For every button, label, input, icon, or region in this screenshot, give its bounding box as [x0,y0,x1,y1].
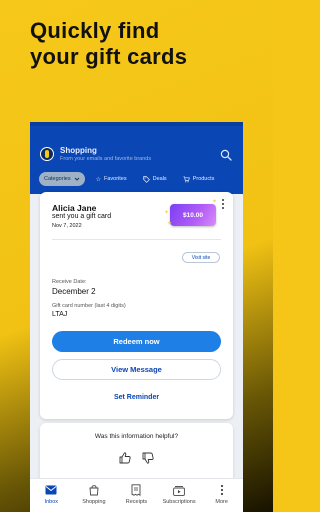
inbox-icon [45,484,57,496]
filter-chips: Categories ☆ Favorites Deals Products [39,172,219,186]
set-reminder-link[interactable]: Set Reminder [40,394,233,401]
thumbs-down-icon[interactable] [141,451,155,465]
star-icon: ☆ [95,176,101,183]
page-title: Shopping [60,146,97,155]
nav-receipts[interactable]: Receipts [115,479,158,512]
redeem-now-button[interactable]: Redeem now [52,331,221,352]
nav-subscriptions[interactable]: Subscriptions [158,479,201,512]
more-vertical-icon [216,484,228,496]
nav-label: Inbox [44,499,59,505]
nav-shopping[interactable]: Shopping [73,479,116,512]
chip-label: Deals [152,176,167,182]
bottom-navigation: Inbox Shopping Receipts Subscriptions Mo… [30,478,243,512]
feedback-question: Was this information helpful? [94,433,179,440]
chip-label: Products [192,176,215,182]
headline-line-1: Quickly find [30,18,160,43]
chip-products[interactable]: Products [178,172,220,186]
thumbs-up-icon[interactable] [118,451,132,465]
nav-label: Receipts [125,499,148,505]
cart-icon [183,175,190,182]
chip-categories[interactable]: Categories [39,172,85,186]
sparkle-icon: ✦ [164,210,170,216]
phone-screen: Shopping From your emails and favorite b… [30,122,243,512]
divider [52,239,221,240]
nav-label: More [215,499,228,505]
nav-label: Shopping [82,499,106,505]
chip-deals[interactable]: Deals [138,172,172,186]
chevron-down-icon [74,177,79,181]
more-options-icon[interactable] [219,198,227,210]
app-logo-icon [40,147,54,161]
nav-inbox[interactable]: Inbox [30,479,73,512]
page-subtitle: From your emails and favorite brands [60,156,152,162]
sparkle-icon: ✦ [212,199,218,205]
sent-date: Nov 7, 2022 [52,223,82,229]
search-icon[interactable] [220,149,232,161]
chip-favorites[interactable]: ☆ Favorites [91,172,132,186]
promo-headline: Quickly find your gift cards [30,18,260,70]
gift-card-item: Alicia Jane sent you a gift card Nov 7, … [40,192,233,419]
visit-site-button[interactable]: Visit site [182,252,220,263]
receipt-icon [130,484,142,496]
subscriptions-icon [173,484,185,496]
sparkle-icon: ✦ [167,221,173,227]
nav-more[interactable]: More [200,479,243,512]
headline-line-2: your gift cards [30,44,188,69]
gift-message: sent you a gift card [52,213,112,220]
chip-label: Categories [44,176,71,182]
nav-label: Subscriptions [162,499,196,505]
card-number-value: LTAJ [52,311,68,318]
receive-date-label: Receive Date: [52,279,87,285]
app-header: Shopping From your emails and favorite b… [30,122,243,194]
sender-name: Alicia Jane [52,203,97,213]
shopping-bag-icon [88,484,100,496]
feedback-card: Was this information helpful? [40,423,233,485]
view-message-button[interactable]: View Message [52,359,221,380]
gift-amount: $10.00 [170,204,216,226]
chip-label: Favorites [104,176,127,182]
receive-date-value: December 2 [52,287,96,296]
card-number-label: Gift card number (last 4 digits) [52,303,126,309]
tag-icon [142,175,150,183]
gift-card-image: $10.00 ✦ ✦ ✦ [164,199,217,227]
status-bar [30,122,243,126]
